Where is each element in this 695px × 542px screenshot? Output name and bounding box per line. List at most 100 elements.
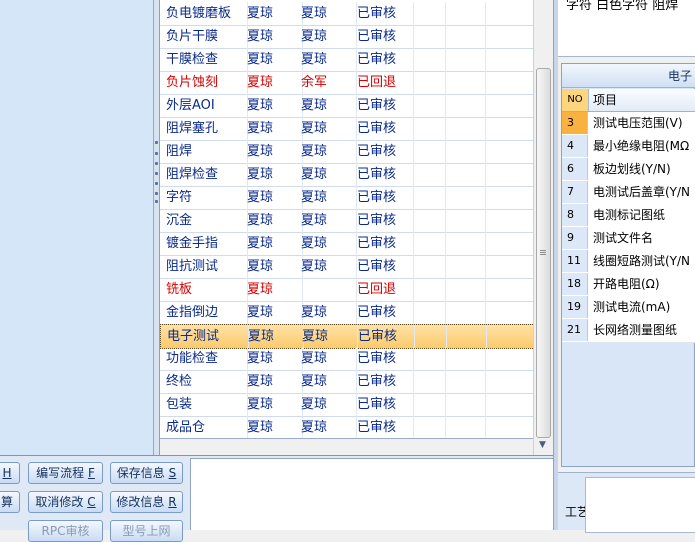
empty-cell[interactable]	[407, 209, 446, 232]
table-row[interactable]: 金指倒边 夏琼 夏琼 已审核	[160, 301, 533, 325]
table-row[interactable]: 沉金 夏琼 夏琼 已审核	[160, 209, 533, 233]
process-step-cell[interactable]: 阻焊	[160, 140, 248, 163]
empty-cell[interactable]	[408, 325, 447, 348]
reviewer-cell[interactable]: 夏琼	[296, 416, 357, 438]
item-name[interactable]: 测试电流(mA)	[593, 296, 670, 318]
process-step-cell[interactable]: 终检	[160, 370, 248, 393]
modify-info-button[interactable]: 修改信息 R	[110, 491, 183, 513]
process-step-cell[interactable]: 成品仓	[160, 416, 248, 438]
item-name[interactable]: 电测试后盖章(Y/N	[593, 181, 690, 203]
table-row[interactable]: 电子测试 夏琼 夏琼 已审核	[160, 324, 533, 349]
list-item[interactable]: 21 长网络测量图纸	[562, 319, 695, 343]
empty-cell[interactable]	[445, 232, 486, 255]
list-item[interactable]: 11 线圈短路测试(Y/N	[562, 250, 695, 274]
empty-cell[interactable]	[445, 301, 486, 324]
empty-cell[interactable]	[485, 48, 533, 71]
empty-cell[interactable]	[407, 140, 446, 163]
empty-cell[interactable]	[445, 71, 486, 94]
item-name[interactable]: 电测标记图纸	[593, 204, 665, 226]
status-cell[interactable]: 已审核	[351, 232, 414, 255]
operator-cell[interactable]: 夏琼	[241, 163, 303, 186]
empty-cell[interactable]	[445, 278, 486, 301]
status-cell[interactable]: 已审核	[352, 325, 415, 348]
table-row[interactable]: 铣板 夏琼 已回退	[160, 278, 533, 302]
table-row[interactable]: 负片蚀刻 夏琼 余军 已回退	[160, 71, 533, 95]
status-cell[interactable]: 已审核	[351, 347, 414, 370]
empty-cell[interactable]	[485, 140, 533, 163]
list-item[interactable]: 18 开路电阻(Ω)	[562, 273, 695, 297]
operator-cell[interactable]: 夏琼	[241, 186, 303, 209]
empty-cell[interactable]	[445, 94, 486, 117]
status-cell[interactable]: 已审核	[351, 163, 414, 186]
item-name[interactable]: 最小绝缘电阻(MΩ	[593, 135, 689, 157]
table-row[interactable]: 阻焊 夏琼 夏琼 已审核	[160, 140, 533, 164]
operator-cell[interactable]: 夏琼	[241, 25, 303, 48]
empty-cell[interactable]	[407, 255, 446, 278]
operator-cell[interactable]: 夏琼	[241, 370, 303, 393]
empty-cell[interactable]	[485, 25, 533, 48]
status-cell[interactable]: 已审核	[351, 48, 414, 71]
reviewer-cell[interactable]: 夏琼	[296, 48, 357, 71]
empty-cell[interactable]	[485, 255, 533, 278]
status-cell[interactable]: 已回退	[351, 278, 414, 301]
column-header-no[interactable]: NO	[562, 89, 589, 111]
empty-cell[interactable]	[485, 163, 533, 186]
empty-cell[interactable]	[485, 301, 533, 324]
reviewer-cell[interactable]: 夏琼	[296, 2, 357, 25]
status-cell[interactable]: 已审核	[351, 209, 414, 232]
empty-cell[interactable]	[486, 325, 533, 348]
empty-cell[interactable]	[485, 416, 533, 438]
empty-cell[interactable]	[445, 209, 486, 232]
empty-cell[interactable]	[407, 48, 446, 71]
status-cell[interactable]: 已审核	[351, 416, 414, 438]
list-item[interactable]: 8 电测标记图纸	[562, 204, 695, 228]
operator-cell[interactable]: 夏琼	[241, 2, 303, 25]
reviewer-cell[interactable]: 夏琼	[296, 209, 357, 232]
empty-cell[interactable]	[407, 25, 446, 48]
process-step-cell[interactable]: 负片蚀刻	[160, 71, 248, 94]
table-row[interactable]: 功能检查 夏琼 夏琼 已审核	[160, 347, 533, 371]
operator-cell[interactable]: 夏琼	[241, 255, 303, 278]
process-step-cell[interactable]: 金指倒边	[160, 301, 248, 324]
list-item[interactable]: 3 测试电压范围(V)	[562, 112, 695, 136]
status-cell[interactable]: 已审核	[351, 186, 414, 209]
reviewer-cell[interactable]	[296, 278, 357, 301]
operator-cell[interactable]: 夏琼	[241, 393, 303, 416]
process-step-cell[interactable]: 包装	[160, 393, 248, 416]
empty-cell[interactable]	[407, 393, 446, 416]
table-row[interactable]: 外层AOI 夏琼 夏琼 已审核	[160, 94, 533, 118]
empty-cell[interactable]	[485, 94, 533, 117]
item-name[interactable]: 板边划线(Y/N)	[593, 158, 671, 180]
process-step-cell[interactable]: 铣板	[160, 278, 248, 301]
reviewer-cell[interactable]: 余军	[296, 71, 357, 94]
operator-cell[interactable]: 夏琼	[241, 209, 303, 232]
operator-cell[interactable]: 夏琼	[241, 117, 303, 140]
empty-cell[interactable]	[407, 94, 446, 117]
empty-cell[interactable]	[445, 347, 486, 370]
operator-cell[interactable]: 夏琼	[241, 347, 303, 370]
vertical-scrollbar[interactable]: ▼	[533, 0, 551, 455]
column-header-item[interactable]: 项目	[593, 89, 617, 111]
reviewer-cell[interactable]: 夏琼	[296, 25, 357, 48]
scrollbar-thumb[interactable]	[536, 68, 551, 438]
item-name[interactable]: 线圈短路测试(Y/N	[593, 250, 690, 272]
reviewer-cell[interactable]: 夏琼	[296, 232, 357, 255]
process-step-cell[interactable]: 负电镀磨板	[160, 2, 248, 25]
empty-cell[interactable]	[445, 186, 486, 209]
empty-cell[interactable]	[485, 393, 533, 416]
table-row[interactable]: 阻焊检查 夏琼 夏琼 已审核	[160, 163, 533, 187]
table-row[interactable]: 包装 夏琼 夏琼 已审核	[160, 393, 533, 417]
empty-cell[interactable]	[445, 255, 486, 278]
list-item[interactable]: 7 电测试后盖章(Y/N	[562, 181, 695, 205]
right-divider[interactable]	[553, 0, 558, 530]
process-step-cell[interactable]: 字符	[160, 186, 248, 209]
process-step-cell[interactable]: 外层AOI	[160, 94, 248, 117]
process-step-cell[interactable]: 沉金	[160, 209, 248, 232]
status-cell[interactable]: 已审核	[351, 2, 414, 25]
reviewer-cell[interactable]: 夏琼	[296, 393, 357, 416]
operator-cell[interactable]: 夏琼	[241, 301, 303, 324]
list-item[interactable]: 19 测试电流(mA)	[562, 296, 695, 320]
table-row[interactable]: 字符 夏琼 夏琼 已审核	[160, 186, 533, 210]
empty-cell[interactable]	[445, 25, 486, 48]
table-row[interactable]: 终检 夏琼 夏琼 已审核	[160, 370, 533, 394]
